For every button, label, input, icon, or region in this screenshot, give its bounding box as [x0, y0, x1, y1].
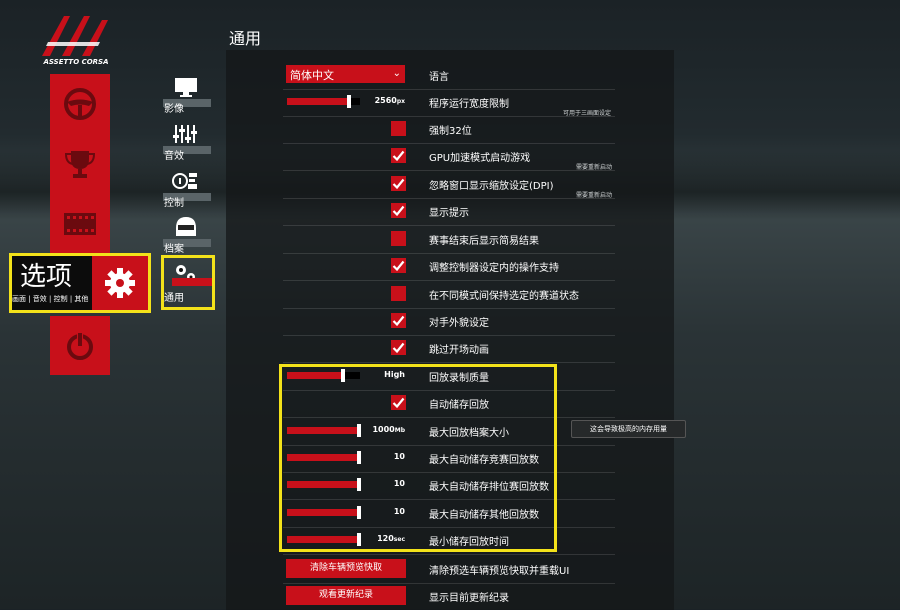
subnav-audio-label: 音效 [164, 151, 184, 162]
setting-simple-results: 赛事结束后显示简易结果 [283, 226, 615, 254]
opponent-setup-label: 对手外貌设定 [429, 318, 489, 329]
opponent-setup-checkbox[interactable] [391, 313, 406, 328]
options-title: 选项 [20, 262, 73, 292]
language-value: 简体中文 [290, 69, 334, 82]
driver-helmet-icon [176, 217, 196, 236]
subnav-audio[interactable]: 音效 [163, 123, 211, 171]
setting-opponent-setup: 对手外貌设定 [283, 308, 615, 336]
width-limit-slider[interactable] [287, 95, 360, 108]
controller-support-label: 调整控制器设定内的操作支持 [429, 263, 559, 274]
options-gear-tile[interactable] [92, 256, 148, 310]
nav-quit[interactable] [50, 316, 110, 375]
steering-wheel-icon [64, 88, 96, 120]
setting-language: 简体中文 ⌄ 语言 [283, 62, 615, 90]
checkmark-icon [392, 178, 405, 190]
subnav-controls[interactable]: 控制 [163, 170, 211, 218]
subnav-profile-label: 档案 [164, 244, 184, 255]
subnav-controls-label: 控制 [164, 198, 184, 209]
keep-track-state-label: 在不同模式间保持选定的赛道状态 [429, 291, 579, 302]
skip-intro-label: 跳过开场动画 [429, 345, 489, 356]
monitor-icon [175, 78, 197, 97]
power-icon [67, 332, 93, 360]
changelog-button[interactable]: 观看更新纪录 [286, 586, 406, 605]
checkmark-icon [392, 150, 405, 162]
film-strip-icon [64, 213, 96, 235]
nav-replays[interactable] [50, 194, 110, 254]
page-title: 通用 [229, 29, 262, 48]
gear-icon [105, 268, 135, 298]
sliders-icon [173, 125, 197, 143]
checkmark-icon [392, 342, 405, 354]
nav-drive[interactable] [50, 74, 110, 134]
changelog-label: 显示目前更新纪录 [429, 593, 509, 604]
force32-checkbox[interactable] [391, 121, 406, 136]
width-limit-label: 程序运行宽度限制 [429, 99, 509, 110]
setting-changelog: 观看更新纪录 显示目前更新纪录 [283, 583, 615, 610]
show-hints-checkbox[interactable] [391, 203, 406, 218]
checkmark-icon [392, 205, 405, 217]
width-limit-value: 2560px [374, 96, 405, 105]
checkmark-icon [392, 315, 405, 327]
clear-cache-label: 清除预选车辆预览快取并重载UI [429, 566, 570, 577]
nav-events[interactable] [50, 134, 110, 194]
controls-icon [172, 173, 197, 189]
subnav-general[interactable]: 通用 [163, 262, 212, 310]
show-hints-label: 显示提示 [429, 208, 469, 219]
replay-settings-highlight [279, 364, 557, 552]
language-dropdown[interactable]: 简体中文 ⌄ [286, 65, 405, 83]
skip-intro-checkbox[interactable] [391, 340, 406, 355]
subnav-video[interactable]: 影像 [163, 76, 211, 124]
controller-support-checkbox[interactable] [391, 258, 406, 273]
keep-track-state-checkbox[interactable] [391, 286, 406, 301]
language-label: 语言 [429, 72, 449, 83]
setting-keep-track-state: 在不同模式间保持选定的赛道状态 [283, 281, 615, 309]
logo-text: ASSETTO CORSA [43, 58, 109, 66]
simple-results-label: 赛事结束后显示简易结果 [429, 236, 539, 247]
clear-cache-button[interactable]: 清除车辆预览快取 [286, 559, 406, 578]
trophy-icon [64, 151, 96, 178]
ignore-dpi-checkbox[interactable] [391, 176, 406, 191]
setting-ignore-dpi: 忽略窗口显示缩放设定(DPI) [283, 171, 615, 199]
options-subtitle: 画面 | 音效 | 控制 | 其他 [12, 295, 89, 303]
setting-gpu-accel: GPU加速模式启动游戏 [283, 143, 615, 171]
force32-label: 强制32位 [429, 126, 472, 137]
setting-show-hints: 显示提示 [283, 198, 615, 226]
setting-skip-intro: 跳过开场动画 [283, 335, 615, 363]
memory-warning-tooltip: 这会导致极高的内存用量 [571, 420, 686, 438]
gpu-accel-checkbox[interactable] [391, 148, 406, 163]
gpu-accel-label: GPU加速模式启动游戏 [429, 153, 531, 164]
subnav-general-label: 通用 [164, 293, 184, 304]
setting-controller-support: 调整控制器设定内的操作支持 [283, 253, 615, 281]
gpu-accel-note: 需要重新启动 [576, 164, 613, 171]
chevron-down-icon: ⌄ [392, 68, 401, 79]
setting-force32: 强制32位 [283, 116, 615, 144]
subnav-video-label: 影像 [164, 104, 184, 115]
checkmark-icon [392, 260, 405, 272]
setting-clear-cache: 清除车辆预览快取 清除预选车辆预览快取并重载UI [283, 556, 615, 584]
simple-results-checkbox[interactable] [391, 231, 406, 246]
ignore-dpi-label: 忽略窗口显示缩放设定(DPI) [429, 181, 554, 192]
